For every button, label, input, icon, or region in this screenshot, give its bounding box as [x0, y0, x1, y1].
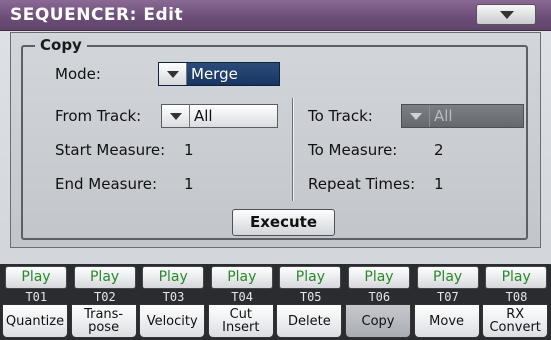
tab-delete[interactable]: Delete [276, 304, 343, 338]
track-number: T08 [505, 290, 528, 304]
track-play-button[interactable]: Play [348, 266, 410, 289]
tab-trans-pose[interactable]: Trans- pose [70, 304, 137, 338]
mode-dropdown[interactable]: Merge [158, 62, 280, 86]
start-measure-value[interactable]: 1 [184, 141, 194, 159]
track-number: T07 [437, 290, 459, 304]
track-play-button[interactable]: Play [5, 266, 67, 289]
to-track-dropdown: All [401, 104, 524, 128]
repeat-times-value[interactable]: 1 [434, 175, 444, 193]
chevron-down-icon [402, 105, 430, 127]
track-play-button[interactable]: Play [210, 266, 273, 289]
execute-button[interactable]: Execute [232, 209, 335, 236]
from-track-value: All [194, 107, 213, 125]
repeat-times-label: Repeat Times: [308, 175, 416, 193]
track-play-button[interactable]: Play [279, 266, 342, 289]
page-title: SEQUENCER: Edit [10, 5, 184, 25]
track-number: T04 [231, 290, 253, 304]
track-number: T06 [368, 290, 391, 304]
tab-copy[interactable]: Copy [345, 304, 411, 338]
track-number: T01 [25, 290, 48, 304]
tab-move[interactable]: Move [413, 304, 480, 338]
sequencer-edit-screen: SEQUENCER: Edit Copy Mode: Merge From Tr… [0, 0, 551, 340]
tab-cut-insert[interactable]: Cut Insert [207, 304, 274, 338]
page-menu-button[interactable] [476, 4, 536, 25]
from-track-dropdown[interactable]: All [161, 104, 278, 128]
track-play-button[interactable]: Play [73, 266, 136, 289]
track-play-button[interactable]: Play [142, 266, 205, 289]
mode-label: Mode: [55, 65, 101, 83]
tab-quantize[interactable]: Quantize [2, 304, 68, 338]
chevron-down-icon [500, 11, 514, 19]
track-number: T05 [299, 290, 322, 304]
track-number: T02 [94, 290, 116, 304]
chevron-down-icon [159, 63, 187, 85]
chevron-down-icon [162, 105, 190, 127]
to-measure-value[interactable]: 2 [434, 141, 444, 159]
end-measure-label: End Measure: [55, 175, 158, 193]
tab-velocity[interactable]: Velocity [139, 304, 206, 338]
track-play-button[interactable]: Play [485, 266, 548, 289]
track-number: T03 [162, 290, 185, 304]
start-measure-label: Start Measure: [55, 141, 166, 159]
to-track-label: To Track: [308, 107, 373, 125]
to-measure-label: To Measure: [308, 141, 398, 159]
tab-rx-convert[interactable]: RX Convert [482, 304, 549, 338]
group-title: Copy [35, 36, 87, 54]
from-track-label: From Track: [55, 107, 142, 125]
divider [292, 98, 294, 201]
mode-value: Merge [191, 65, 238, 83]
title-bar: SEQUENCER: Edit [0, 0, 551, 31]
track-play-button[interactable]: Play [416, 266, 479, 289]
to-track-value: All [434, 107, 453, 125]
end-measure-value[interactable]: 1 [184, 175, 194, 193]
